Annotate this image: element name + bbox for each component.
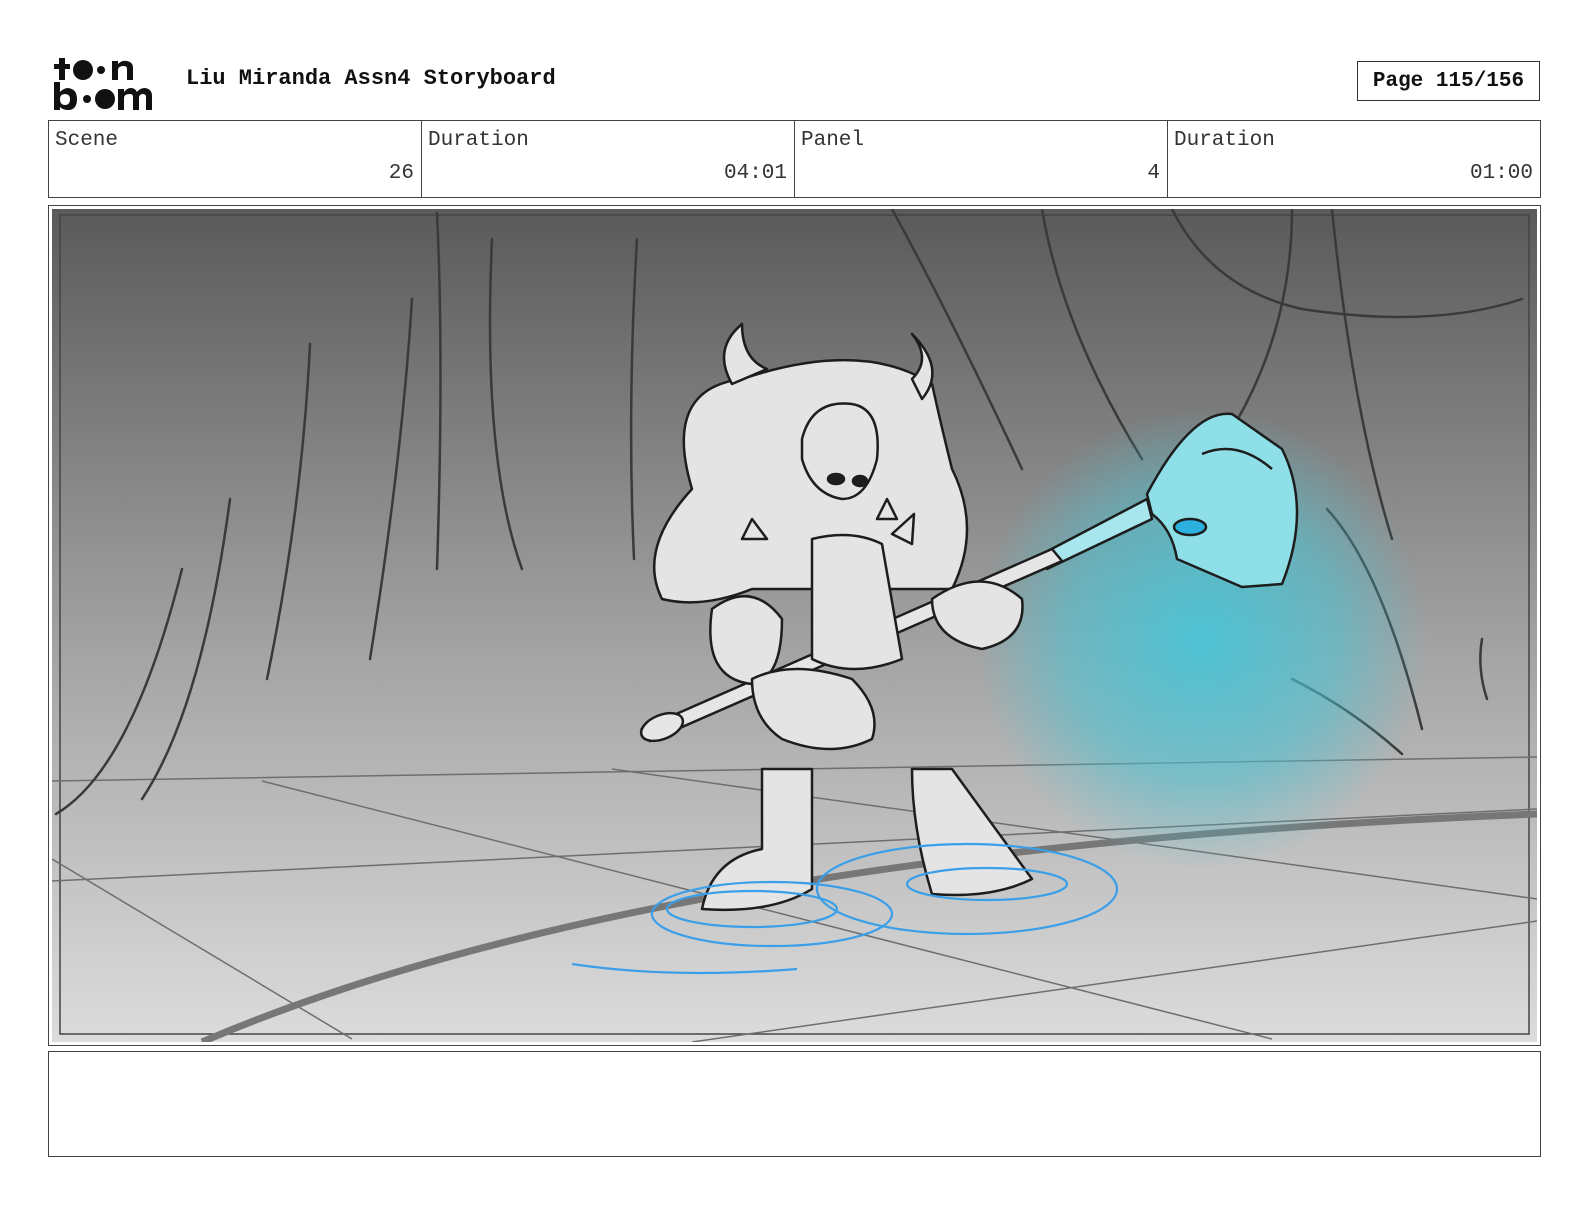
scene-cell: Scene 26 [49, 121, 422, 197]
storyboard-drawing [52, 209, 1537, 1042]
panel-duration-value: 01:00 [1469, 162, 1533, 185]
storyboard-panel-image [48, 205, 1541, 1046]
panel-label: Panel [801, 129, 865, 152]
scene-label: Scene [55, 129, 119, 152]
panel-duration-cell: Duration 01:00 [1168, 121, 1540, 197]
scene-duration-label: Duration [428, 129, 529, 152]
panel-duration-label: Duration [1174, 129, 1275, 152]
document-title: Liu Miranda Assn4 Storyboard [186, 66, 556, 91]
scene-duration-cell: Duration 04:01 [422, 121, 795, 197]
scene-duration-value: 04:01 [723, 162, 787, 185]
panel-value: 4 [1147, 162, 1160, 185]
scene-value: 26 [388, 162, 414, 185]
notes-box [48, 1051, 1541, 1157]
panel-info-row: Scene 26 Duration 04:01 Panel 4 Duration… [48, 120, 1541, 198]
page-number: Page 115/156 [1357, 61, 1540, 101]
toonboom-logo [54, 58, 152, 110]
panel-cell: Panel 4 [795, 121, 1168, 197]
